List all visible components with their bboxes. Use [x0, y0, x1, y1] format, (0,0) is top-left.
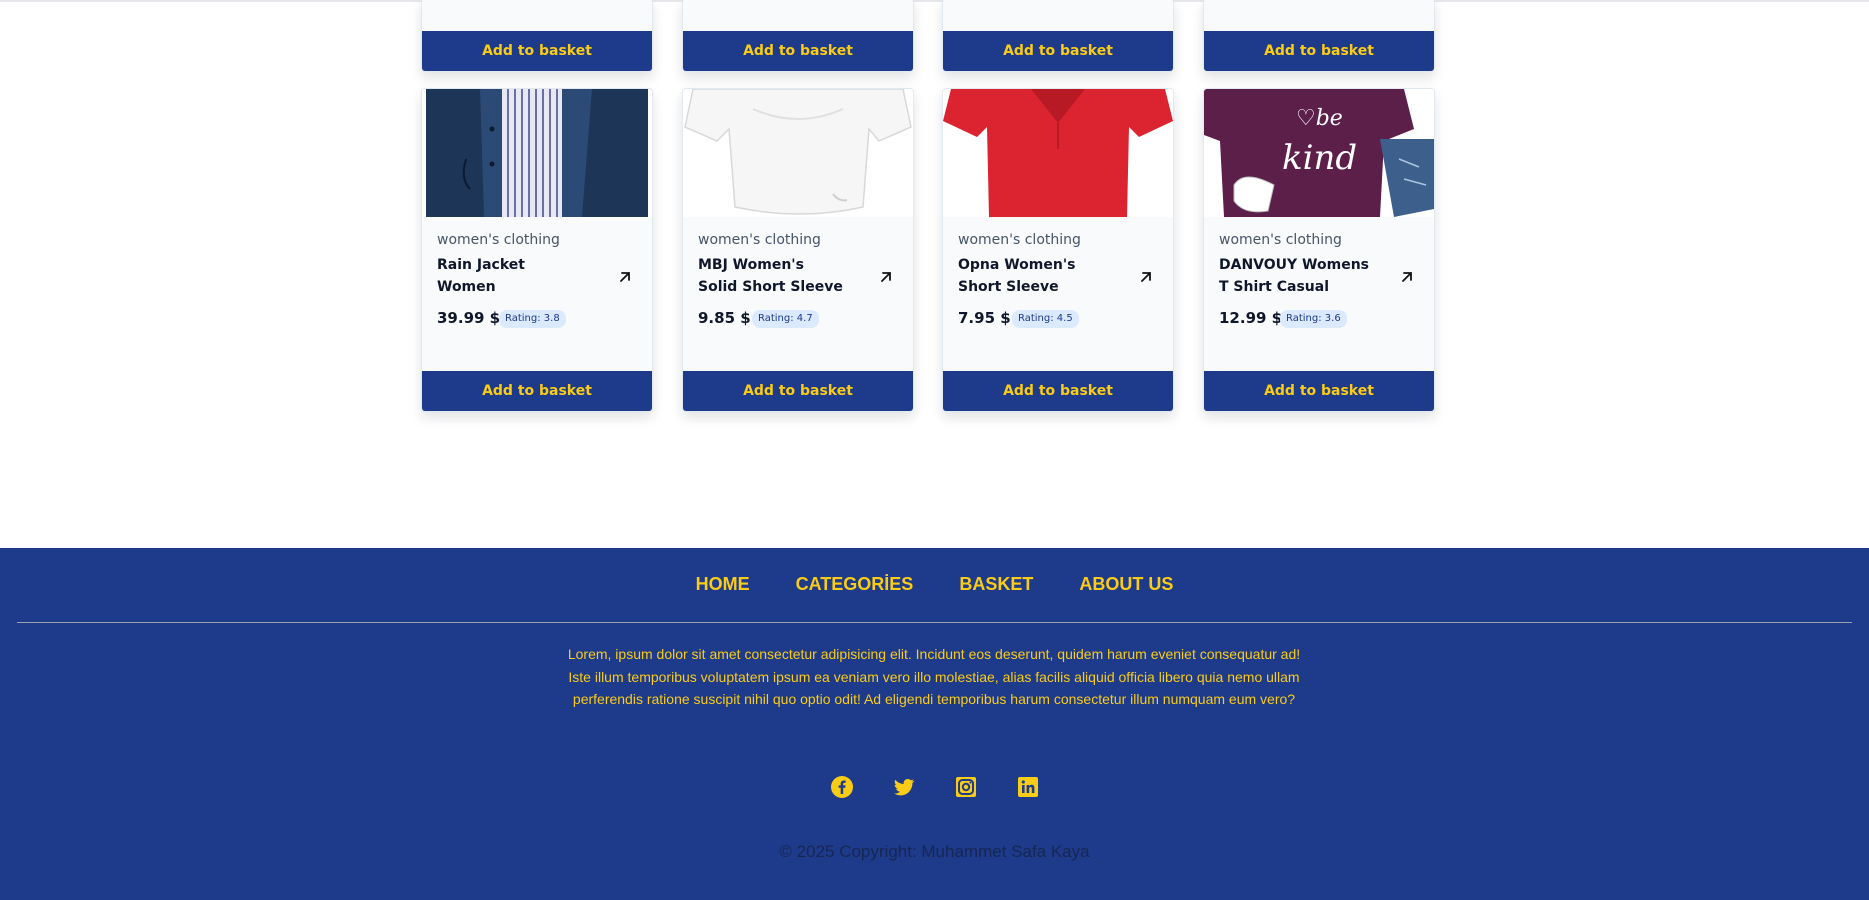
product-title: Rain Jacket Women Windbreaker Stripe...: [437, 257, 525, 295]
site-footer: HOME CATEGORİES BASKET ABOUT US Lorem, i…: [0, 548, 1869, 900]
product-card: ♡be kind women's clothing DANVOUY Womens…: [1203, 88, 1435, 412]
add-to-basket-button[interactable]: Add to basket: [683, 371, 913, 411]
product-price: 39.99 $: [437, 309, 501, 327]
footer-nav-basket[interactable]: BASKET: [959, 574, 1033, 595]
footer-nav-about-us[interactable]: ABOUT US: [1079, 574, 1173, 595]
open-product-arrow-icon[interactable]: [1137, 268, 1155, 286]
product-title: DANVOUY Womens T Shirt Casual Cotton...: [1219, 257, 1369, 295]
product-card: Add to basket: [1203, 0, 1435, 72]
rating-badge: Rating: 4.7: [752, 310, 819, 328]
product-card: Add to basket: [421, 0, 653, 72]
footer-nav-categories[interactable]: CATEGORİES: [796, 574, 914, 595]
linkedin-icon[interactable]: [1016, 775, 1040, 799]
product-card: Add to basket: [682, 0, 914, 72]
product-category: women's clothing: [698, 232, 821, 248]
add-to-basket-button[interactable]: Add to basket: [1204, 31, 1434, 71]
rating-badge: Rating: 4.5: [1012, 310, 1079, 328]
rating-badge: Rating: 3.6: [1280, 310, 1347, 328]
product-card: women's clothing Opna Women's Short Slee…: [942, 88, 1174, 412]
open-product-arrow-icon[interactable]: [1398, 268, 1416, 286]
footer-nav: HOME CATEGORİES BASKET ABOUT US: [0, 574, 1869, 595]
add-to-basket-button[interactable]: Add to basket: [943, 371, 1173, 411]
footer-divider: [17, 622, 1852, 623]
add-to-basket-button[interactable]: Add to basket: [422, 371, 652, 411]
twitter-icon[interactable]: [892, 775, 916, 799]
footer-description: Lorem, ipsum dolor sit amet consectetur …: [567, 646, 1301, 707]
product-card: Add to basket: [942, 0, 1174, 72]
product-category: women's clothing: [958, 232, 1081, 248]
facebook-icon[interactable]: [830, 775, 854, 799]
product-price: 12.99 $: [1219, 309, 1283, 327]
copyright-text: © 2025 Copyright: Muhammet Safa Kaya: [779, 842, 1090, 861]
product-category: women's clothing: [437, 232, 560, 248]
svg-text:♡be: ♡be: [1296, 106, 1343, 131]
product-image[interactable]: [943, 89, 1173, 217]
product-category: women's clothing: [1219, 232, 1342, 248]
product-image[interactable]: [422, 89, 652, 217]
rating-badge: Rating: 3.8: [499, 310, 566, 328]
add-to-basket-button[interactable]: Add to basket: [683, 31, 913, 71]
add-to-basket-button[interactable]: Add to basket: [422, 31, 652, 71]
social-links: [0, 775, 1869, 799]
instagram-icon[interactable]: [954, 775, 978, 799]
product-card: women's clothing Rain Jacket Women Windb…: [421, 88, 653, 412]
open-product-arrow-icon[interactable]: [616, 268, 634, 286]
product-price: 7.95 $: [958, 309, 1011, 327]
header-bottom-border: [0, 0, 1869, 2]
add-to-basket-button[interactable]: Add to basket: [943, 31, 1173, 71]
product-price: 9.85 $: [698, 309, 751, 327]
add-to-basket-button[interactable]: Add to basket: [1204, 371, 1434, 411]
svg-text:kind: kind: [1282, 138, 1357, 178]
product-title: Opna Women's Short Sleeve Moisture: [958, 257, 1076, 295]
product-image[interactable]: ♡be kind: [1204, 89, 1434, 217]
footer-nav-home[interactable]: HOME: [696, 574, 750, 595]
product-title: MBJ Women's Solid Short Sleeve Boat ...: [698, 257, 843, 295]
open-product-arrow-icon[interactable]: [877, 268, 895, 286]
product-card: women's clothing MBJ Women's Solid Short…: [682, 88, 914, 412]
product-image[interactable]: [683, 89, 913, 217]
